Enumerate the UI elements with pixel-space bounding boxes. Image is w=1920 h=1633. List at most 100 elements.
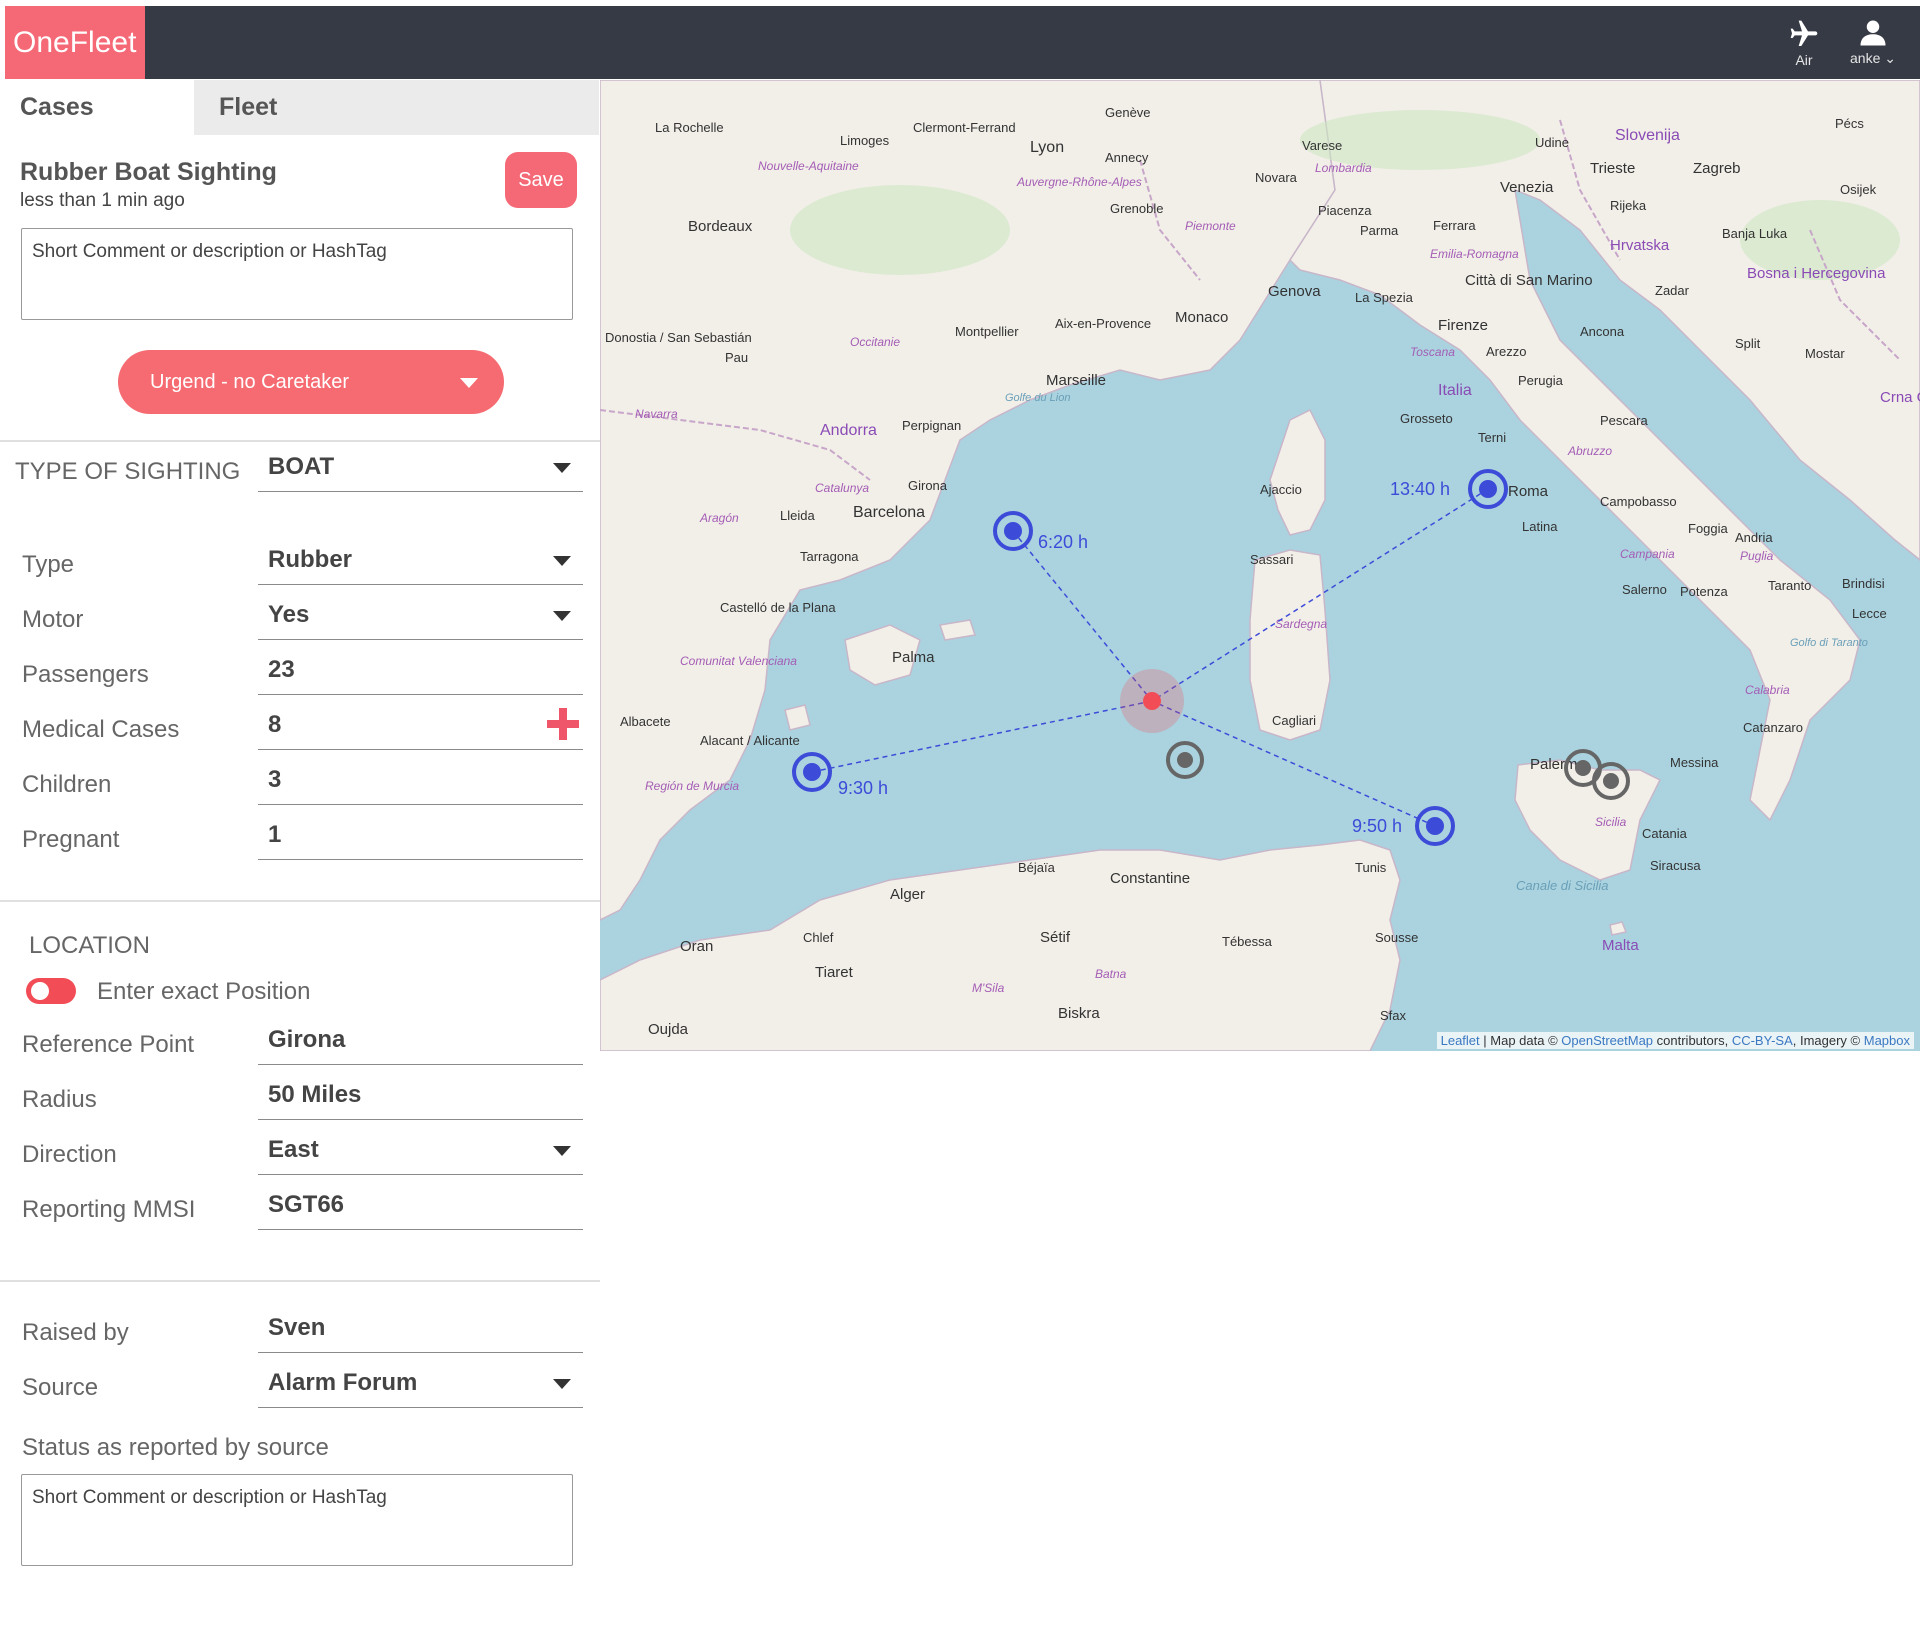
map-canvas[interactable]: La Rochelle Limoges Clermont-Ferrand Lyo… <box>600 80 1920 1051</box>
divider <box>0 1280 600 1282</box>
country-label: Italia <box>1438 382 1472 399</box>
place-label: Ferrara <box>1433 218 1476 233</box>
place-label: Split <box>1735 336 1761 351</box>
place-label: Firenze <box>1438 317 1488 334</box>
region-label: Sardegna <box>1275 617 1327 631</box>
place-label: La Spezia <box>1355 290 1414 305</box>
place-label: Mostar <box>1805 346 1845 361</box>
place-label: Sétif <box>1040 929 1071 946</box>
place-label: Barcelona <box>853 504 925 521</box>
country-label: Malta <box>1602 937 1639 954</box>
place-label: Zadar <box>1655 283 1690 298</box>
motor-value: Yes <box>268 601 310 628</box>
place-label: Aix-en-Provence <box>1055 316 1151 331</box>
direction-value: East <box>268 1136 319 1163</box>
place-label: Udine <box>1535 135 1569 150</box>
place-label: La Rochelle <box>655 120 724 135</box>
reference-point-label: Reference Point <box>22 1031 195 1058</box>
place-label: Grosseto <box>1400 411 1453 426</box>
place-label: Montpellier <box>955 324 1019 339</box>
country-label: Hrvatska <box>1610 237 1670 254</box>
place-label: Pécs <box>1835 116 1864 131</box>
region-label: Nouvelle-Aquitaine <box>758 159 859 173</box>
region-label: Auvergne-Rhône-Alpes <box>1016 175 1142 189</box>
vessel-eta-label: 9:50 h <box>1352 816 1402 836</box>
pregnant-label: Pregnant <box>22 826 120 853</box>
medical-plus-icon[interactable] <box>547 708 579 740</box>
case-comment-input[interactable]: Short Comment or description or HashTag <box>21 228 573 320</box>
case-sidebar: Cases Fleet Rubber Boat Sighting less th… <box>0 80 600 1633</box>
case-status-select[interactable]: Urgend - no Caretaker <box>118 350 504 414</box>
place-label: Grenoble <box>1110 201 1163 216</box>
leaflet-link[interactable]: Leaflet <box>1441 1033 1480 1048</box>
place-label: Catania <box>1642 826 1688 841</box>
status-source-input[interactable]: Short Comment or description or HashTag <box>21 1474 573 1566</box>
motor-select[interactable]: Yes <box>258 590 583 640</box>
tab-fleet[interactable]: Fleet <box>194 80 599 135</box>
place-label: Clermont-Ferrand <box>913 120 1016 135</box>
user-icon <box>1860 20 1886 46</box>
type-select[interactable]: Rubber <box>258 535 583 585</box>
place-label: Pau <box>725 350 748 365</box>
app-logo[interactable]: OneFleet <box>5 6 145 79</box>
passengers-label: Passengers <box>22 661 149 688</box>
place-label: Ajaccio <box>1260 482 1302 497</box>
place-label: Messina <box>1670 755 1719 770</box>
place-label: Annecy <box>1105 150 1149 165</box>
source-select[interactable]: Alarm Forum <box>258 1358 583 1408</box>
place-label: Donostia / San Sebastián <box>605 330 752 345</box>
mapbox-link[interactable]: Mapbox <box>1864 1033 1910 1048</box>
sighting-type-value: BOAT <box>268 453 335 480</box>
region-label: Sicilia <box>1595 815 1627 829</box>
exact-position-toggle[interactable] <box>26 978 76 1004</box>
place-label: Andria <box>1735 530 1773 545</box>
place-label: Sousse <box>1375 930 1418 945</box>
location-title: LOCATION <box>29 932 150 959</box>
attribution-text: contributors, <box>1653 1033 1732 1048</box>
vessel-eta-label: 6:20 h <box>1038 532 1088 552</box>
map-view[interactable]: La Rochelle Limoges Clermont-Ferrand Lyo… <box>600 80 1920 1051</box>
place-label: Salerno <box>1622 582 1667 597</box>
land-ibiza <box>784 704 811 731</box>
place-label: Tiaret <box>815 964 854 981</box>
place-label: Potenza <box>1680 584 1728 599</box>
place-label: Siracusa <box>1650 858 1701 873</box>
land-sardinia <box>1249 549 1331 741</box>
reference-point-input[interactable]: Girona <box>258 1015 583 1065</box>
sighting-type-select[interactable]: BOAT <box>258 442 583 492</box>
place-label: Béjaïa <box>1018 860 1056 875</box>
map-attribution: Leaflet | Map data © OpenStreetMap contr… <box>1436 1032 1914 1049</box>
status-source-label: Status as reported by source <box>22 1434 329 1461</box>
radius-input[interactable]: 50 Miles <box>258 1070 583 1120</box>
user-label: anke ⌄ <box>1838 50 1908 67</box>
caret-down-icon <box>553 1379 571 1389</box>
pregnant-input[interactable]: 1 <box>258 810 583 860</box>
raised-by-input[interactable]: Sven <box>258 1303 583 1353</box>
sea-label: Canale di Sicilia <box>1516 878 1609 893</box>
user-name: anke <box>1850 50 1881 66</box>
caret-down-icon <box>553 463 571 473</box>
osm-link[interactable]: OpenStreetMap <box>1561 1033 1653 1048</box>
region-label: Toscana <box>1410 345 1455 359</box>
air-button[interactable]: Air <box>1774 12 1834 72</box>
case-position-marker[interactable] <box>1143 692 1161 710</box>
reporting-mmsi-input[interactable]: SGT66 <box>258 1180 583 1230</box>
user-menu-button[interactable]: anke ⌄ <box>1838 12 1908 72</box>
sea-label: Golfe du Lion <box>1005 392 1070 404</box>
children-input[interactable]: 3 <box>258 755 583 805</box>
place-label: Oujda <box>648 1021 689 1038</box>
passengers-input[interactable]: 23 <box>258 645 583 695</box>
direction-select[interactable]: East <box>258 1125 583 1175</box>
place-label: Latina <box>1522 519 1558 534</box>
vessel-eta-label: 13:40 h <box>1390 479 1450 499</box>
tab-cases[interactable]: Cases <box>5 80 194 135</box>
place-label: Genève <box>1105 105 1151 120</box>
type-value: Rubber <box>268 546 352 573</box>
place-label: Oran <box>680 938 713 955</box>
license-link[interactable]: CC-BY-SA <box>1732 1033 1793 1048</box>
place-label: Chlef <box>803 930 834 945</box>
country-label: Slovenija <box>1615 127 1680 144</box>
save-button[interactable]: Save <box>505 152 577 208</box>
medical-cases-input[interactable]: 8 <box>258 700 583 750</box>
region-label: Abruzzo <box>1567 444 1612 458</box>
